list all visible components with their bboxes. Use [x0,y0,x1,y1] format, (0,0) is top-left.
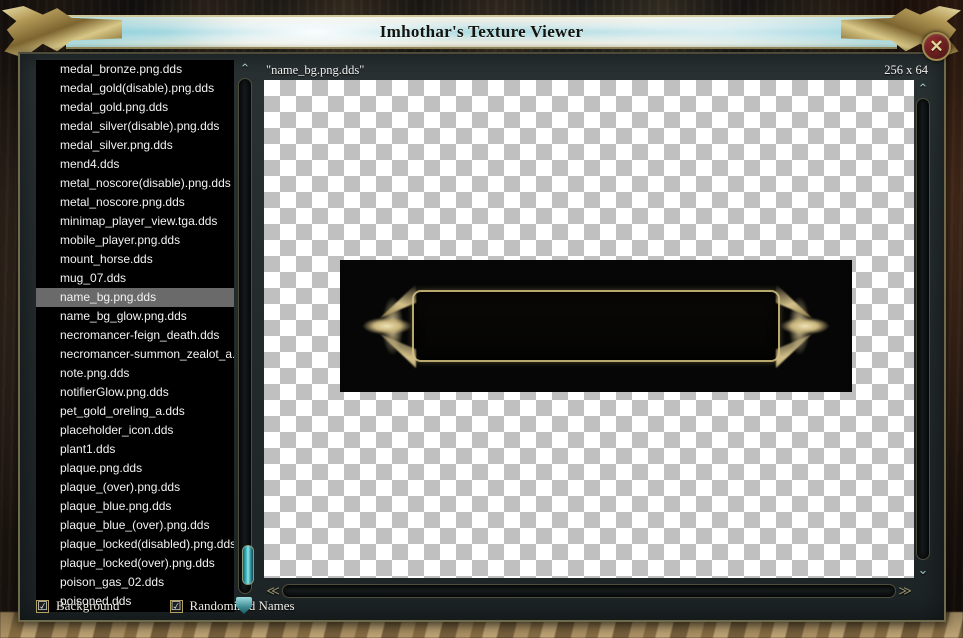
file-list-item[interactable]: necromancer-summon_zealot_a.dds [36,345,234,364]
file-list-item[interactable]: pet_gold_oreling_a.dds [36,402,234,421]
file-list-item[interactable]: mobile_player.png.dds [36,231,234,250]
file-list-item[interactable]: mend4.dds [36,155,234,174]
file-list-item[interactable]: medal_bronze.png.dds [36,60,234,79]
file-list-item[interactable]: medal_gold(disable).png.dds [36,79,234,98]
file-list-item[interactable]: name_bg.png.dds [36,288,234,307]
texture-ornament-right-icon [770,280,840,372]
screen: Imhothar's Texture Viewer ✕ medal_bronze… [0,0,963,638]
file-list-item[interactable]: poison_gas_02.dds [36,573,234,592]
preview-header: "name_bg.png.dds" 256 x 64 [260,60,932,80]
window-title: Imhothar's Texture Viewer [379,22,584,41]
file-list-item[interactable]: metal_noscore.png.dds [36,193,234,212]
texture-viewport[interactable] [264,80,914,578]
file-list-item[interactable]: plaque_locked(over).png.dds [36,554,234,573]
close-button[interactable]: ✕ [922,32,951,61]
file-list-item[interactable]: plaque_blue_(over).png.dds [36,516,234,535]
file-list-item[interactable]: plaque.png.dds [36,459,234,478]
file-list-item[interactable]: name_bg_glow.png.dds [36,307,234,326]
file-list-item[interactable]: notifierGlow.png.dds [36,383,234,402]
preview-filename: "name_bg.png.dds" [266,62,365,77]
file-list-scrollbar-thumb[interactable] [242,545,254,585]
checkbox-icon[interactable]: ☑ [169,599,183,613]
file-list-item[interactable]: note.png.dds [36,364,234,383]
file-list-item[interactable]: medal_gold.png.dds [36,98,234,117]
texture-inner-frame [412,290,780,362]
file-list-item[interactable]: mount_horse.dds [36,250,234,269]
checkbox-icon[interactable]: ☑ [36,599,49,613]
file-list-item[interactable]: plaque_(over).png.dds [36,478,234,497]
file-list-panel[interactable]: medal_bronze.png.dds medal_gold(disable).… [36,60,234,612]
preview-vertical-scrollbar[interactable]: ⌃ ⌄ [914,80,932,578]
file-list-item[interactable]: medal_silver.png.dds [36,136,234,155]
file-list-item[interactable]: plaque_blue.png.dds [36,497,234,516]
file-list-item[interactable]: necromancer-feign_death.dds [36,326,234,345]
file-list-item[interactable]: mug_07.dds [36,269,234,288]
preview-dimensions: 256 x 64 [884,62,928,77]
file-list-item[interactable]: metal_noscore(disable).png.dds [36,174,234,193]
preview-scroll-up-icon[interactable]: ⌃ [914,80,932,97]
texture-preview-area: "name_bg.png.dds" 256 x 64 ⌃ ⌄ ≪ ≫ [260,60,932,612]
file-list-item[interactable]: medal_silver(disable).png.dds [36,117,234,136]
file-list-item[interactable]: minimap_player_view.tga.dds [36,212,234,231]
preview-vscrollbar-track[interactable] [916,98,930,560]
preview-scroll-down-icon[interactable]: ⌄ [914,561,932,578]
texture-image [340,260,852,392]
window-body: medal_bronze.png.dds medal_gold(disable).… [18,52,946,622]
file-list-scrollbar-track[interactable] [238,78,254,594]
option-label: Background [56,598,120,613]
file-list-scrollbar[interactable]: ⌃ ⌄ [236,60,254,612]
file-list-item[interactable]: plaque_locked(disabled).png.dds [36,535,234,554]
title-banner: Imhothar's Texture Viewer [66,15,897,49]
texture-ornament-left-icon [352,280,422,372]
file-list-item[interactable]: plant1.dds [36,440,234,459]
file-list[interactable]: medal_bronze.png.dds medal_gold(disable).… [36,60,234,611]
window-titlebar[interactable]: Imhothar's Texture Viewer ✕ [2,6,955,61]
options-bar: ☑ Background ☑ Randomized Names [36,594,932,618]
scroll-up-icon[interactable]: ⌃ [236,60,254,77]
option-background[interactable]: ☑ Background [36,598,120,614]
texture-viewer-window: Imhothar's Texture Viewer ✕ medal_bronze… [2,4,955,630]
file-list-item[interactable]: placeholder_icon.dds [36,421,234,440]
option-randomized-names[interactable]: ☑ Randomized Names [169,598,295,614]
